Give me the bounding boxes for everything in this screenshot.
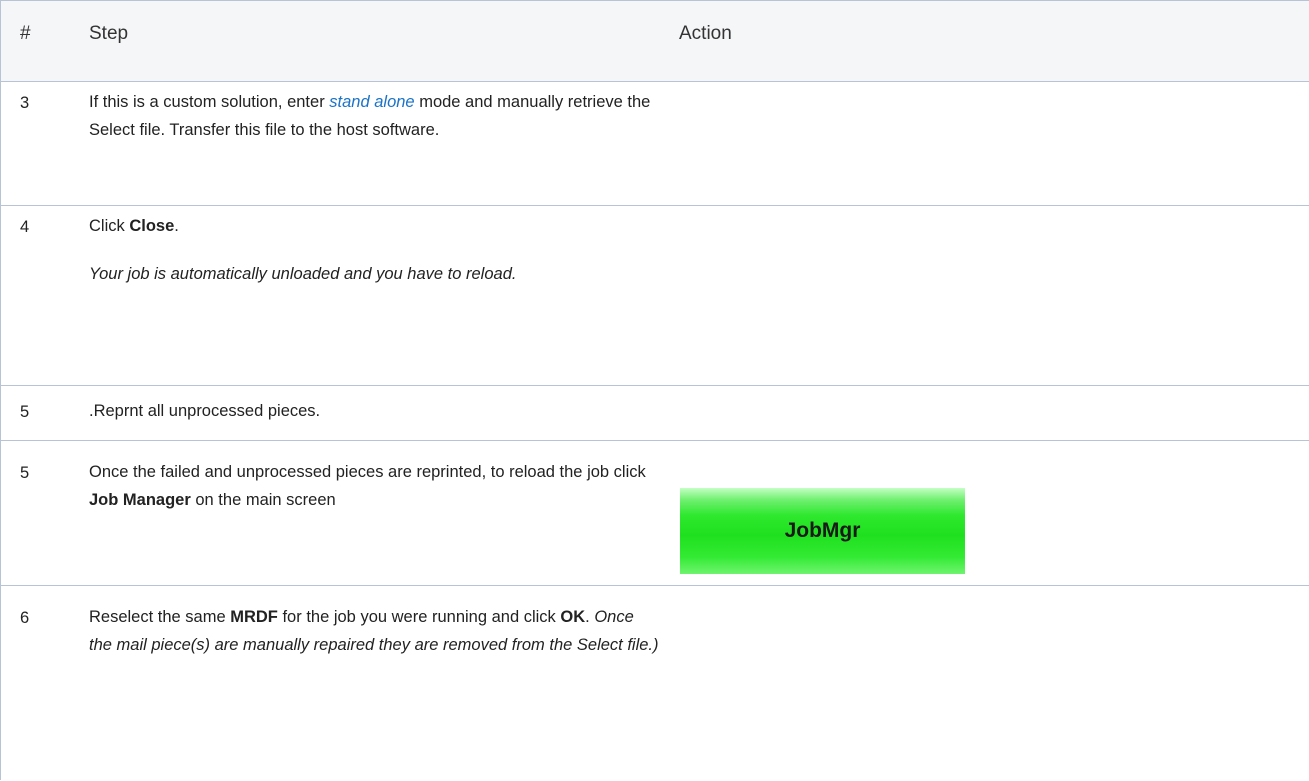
table-row: 4 Click Close. Your job is automatically… (1, 206, 1309, 386)
table-row: 5 Once the failed and unprocessed pieces… (1, 441, 1309, 586)
table-header: # Step Action (1, 1, 1309, 82)
step-text-part: for the job you were running and click (277, 608, 561, 626)
column-header-number: # (20, 23, 31, 44)
step-text: Reselect the same MRDF for the job you w… (89, 603, 659, 659)
column-header-action: Action (679, 23, 732, 44)
job-manager-label: Job Manager (89, 491, 191, 509)
table-row: 5 .Reprnt all unprocessed pieces. (1, 386, 1309, 441)
step-number: 5 (20, 464, 30, 482)
jobmgr-button-label: JobMgr (784, 519, 861, 542)
step-text-part: Reselect the same (89, 608, 231, 626)
step-text-part: on the main screen (190, 491, 336, 509)
close-label: Close (129, 217, 175, 235)
column-header-step: Step (89, 23, 129, 44)
table-row: 6 Reselect the same MRDF for the job you… (1, 586, 1309, 781)
stand-alone-link[interactable]: stand alone (329, 93, 414, 111)
step-text-part: Click (89, 217, 130, 235)
step-text: If this is a custom solution, enter stan… (89, 88, 659, 144)
procedure-table: # Step Action 3 If this is a custom solu… (0, 0, 1309, 780)
step-text-part: . (585, 608, 595, 626)
step-text: Once the failed and unprocessed pieces a… (89, 458, 659, 514)
step-number: 5 (20, 403, 30, 421)
step-text-part: .Reprnt all unprocessed pieces. (89, 402, 321, 420)
step-number: 6 (20, 609, 30, 627)
step-text-part: Once the failed and unprocessed pieces a… (89, 463, 646, 481)
jobmgr-button[interactable]: JobMgr (680, 488, 965, 574)
step-number: 3 (20, 94, 30, 112)
step-text: Click Close. Your job is automatically u… (89, 212, 659, 288)
step-text-part: . (174, 217, 179, 235)
step-text-part: If this is a custom solution, enter (89, 93, 330, 111)
step-note: Your job is automatically unloaded and y… (89, 265, 517, 283)
step-text: .Reprnt all unprocessed pieces. (89, 397, 659, 425)
table-row: 3 If this is a custom solution, enter st… (1, 82, 1309, 206)
mrdf-label: MRDF (230, 608, 278, 626)
step-number: 4 (20, 218, 30, 236)
ok-label: OK (560, 608, 586, 626)
